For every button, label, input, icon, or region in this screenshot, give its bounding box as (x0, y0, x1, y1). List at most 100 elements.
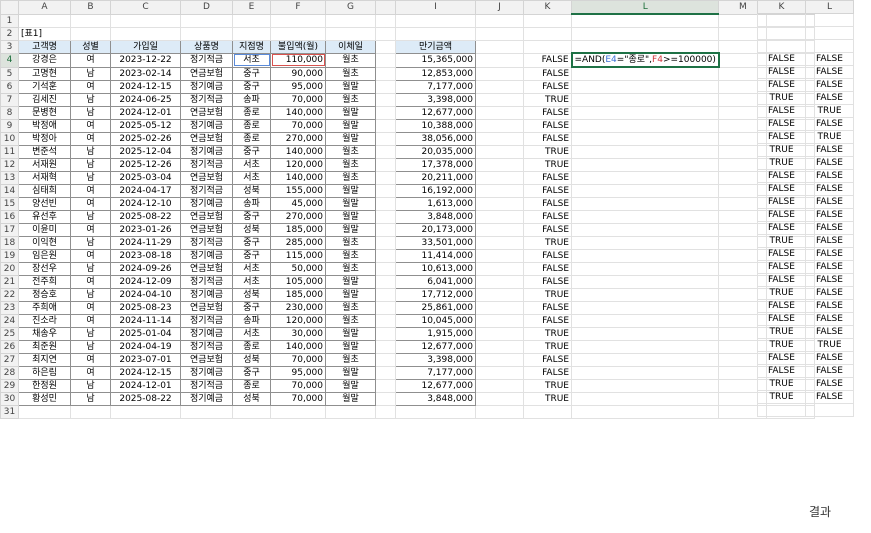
data-cell[interactable]: 140,000 (270, 144, 326, 159)
maturity-cell[interactable]: 10,613,000 (395, 261, 476, 276)
data-cell[interactable]: 진소라 (18, 313, 71, 328)
result-l-cell[interactable]: FALSE (805, 351, 854, 365)
column-header-k[interactable]: K (523, 0, 572, 15)
data-cell[interactable]: 주희애 (18, 300, 71, 315)
data-cell[interactable]: 임은원 (18, 248, 71, 263)
k-cell[interactable]: FALSE (523, 66, 572, 81)
data-cell[interactable]: 송파 (232, 196, 271, 211)
cell[interactable] (570, 170, 720, 185)
data-cell[interactable]: 정기적금 (180, 235, 233, 250)
cell[interactable] (395, 26, 476, 41)
k-cell[interactable]: FALSE (523, 105, 572, 120)
column-header-g[interactable]: G (325, 0, 376, 15)
result-k-cell[interactable]: TRUE (757, 286, 806, 300)
data-cell[interactable]: 심태희 (18, 183, 71, 198)
data-cell[interactable]: 월초 (325, 66, 376, 81)
data-cell[interactable]: 2024-12-15 (110, 365, 181, 380)
data-cell[interactable]: 월말 (325, 274, 376, 289)
cell[interactable] (70, 26, 111, 41)
data-cell[interactable]: 월말 (325, 196, 376, 211)
cell[interactable] (570, 118, 720, 133)
cell[interactable] (180, 404, 233, 419)
data-cell[interactable]: 70,000 (270, 378, 326, 393)
data-cell[interactable]: 여 (70, 52, 111, 68)
cell[interactable] (475, 352, 524, 367)
data-cell[interactable]: 정기예금 (180, 391, 233, 406)
cell[interactable] (375, 209, 396, 224)
cell[interactable] (232, 404, 271, 419)
data-cell[interactable]: 정기적금 (180, 339, 233, 354)
row-header-7[interactable]: 7 (0, 92, 19, 107)
data-cell[interactable]: 연금보험 (180, 352, 233, 367)
k-cell[interactable]: FALSE (523, 131, 572, 146)
cell[interactable] (18, 404, 71, 419)
cell[interactable] (523, 26, 572, 41)
data-cell[interactable]: 연금보험 (180, 131, 233, 146)
result-l-cell[interactable]: FALSE (805, 91, 854, 105)
cell[interactable] (570, 274, 720, 289)
result-l-cell[interactable]: FALSE (805, 390, 854, 404)
result-l-cell[interactable]: FALSE (805, 377, 854, 391)
cell[interactable] (375, 404, 396, 419)
data-cell[interactable]: 여 (70, 352, 111, 367)
maturity-cell[interactable]: 25,861,000 (395, 300, 476, 315)
data-cell[interactable]: 2023-07-01 (110, 352, 181, 367)
data-cell[interactable]: 2023-02-14 (110, 66, 181, 81)
cell[interactable] (475, 79, 524, 94)
data-cell[interactable]: 강경은 (18, 52, 71, 68)
result-k-cell[interactable]: FALSE (757, 65, 806, 79)
row-header-13[interactable]: 13 (0, 170, 19, 185)
result-k-cell[interactable]: FALSE (757, 195, 806, 209)
result-k-cell[interactable]: FALSE (757, 312, 806, 326)
k-cell[interactable]: FALSE (523, 79, 572, 94)
data-cell[interactable]: 여 (70, 79, 111, 94)
maturity-cell[interactable]: 7,177,000 (395, 365, 476, 380)
cell[interactable] (375, 248, 396, 263)
row-header-18[interactable]: 18 (0, 235, 19, 250)
cell[interactable] (475, 209, 524, 224)
data-cell[interactable]: 월초 (325, 52, 376, 68)
data-cell[interactable]: 2024-11-14 (110, 313, 181, 328)
data-cell[interactable]: 2023-01-26 (110, 222, 181, 237)
data-cell[interactable]: 2023-08-18 (110, 248, 181, 263)
cell[interactable] (375, 300, 396, 315)
data-cell[interactable]: 중구 (232, 144, 271, 159)
cell[interactable] (70, 404, 111, 419)
cell[interactable] (570, 105, 720, 120)
cell[interactable] (475, 13, 524, 28)
cell[interactable] (375, 157, 396, 172)
cell[interactable] (475, 196, 524, 211)
data-cell[interactable]: 남 (70, 170, 111, 185)
result-k-cell[interactable]: TRUE (757, 390, 806, 404)
result-l-cell[interactable]: FALSE (805, 273, 854, 287)
cell[interactable] (375, 144, 396, 159)
result-l-cell[interactable]: FALSE (805, 234, 854, 248)
maturity-cell[interactable]: 20,211,000 (395, 170, 476, 185)
data-cell[interactable]: 270,000 (270, 209, 326, 224)
data-cell[interactable]: 월초 (325, 144, 376, 159)
result-l-cell[interactable]: FALSE (805, 117, 854, 131)
data-cell[interactable]: 115,000 (270, 248, 326, 263)
row-header-15[interactable]: 15 (0, 196, 19, 211)
data-cell[interactable]: 여 (70, 222, 111, 237)
maturity-cell[interactable]: 3,848,000 (395, 391, 476, 406)
cell[interactable] (475, 391, 524, 406)
data-cell[interactable]: 185,000 (270, 222, 326, 237)
data-cell[interactable]: 성북 (232, 391, 271, 406)
data-cell[interactable]: 남 (70, 287, 111, 302)
data-cell[interactable]: 중구 (232, 66, 271, 81)
data-cell[interactable]: 월말 (325, 131, 376, 146)
row-header-28[interactable]: 28 (0, 365, 19, 380)
cell[interactable] (375, 118, 396, 133)
cell[interactable] (570, 391, 720, 406)
result-l-cell[interactable]: FALSE (805, 78, 854, 92)
maturity-cell[interactable]: 3,398,000 (395, 92, 476, 107)
cell[interactable] (325, 26, 376, 41)
row-header-25[interactable]: 25 (0, 326, 19, 341)
cell[interactable] (570, 248, 720, 263)
k-cell[interactable]: FALSE (523, 352, 572, 367)
data-cell[interactable]: 270,000 (270, 131, 326, 146)
result-k-cell[interactable]: TRUE (757, 325, 806, 339)
cell[interactable] (475, 339, 524, 354)
cell[interactable] (805, 39, 854, 53)
